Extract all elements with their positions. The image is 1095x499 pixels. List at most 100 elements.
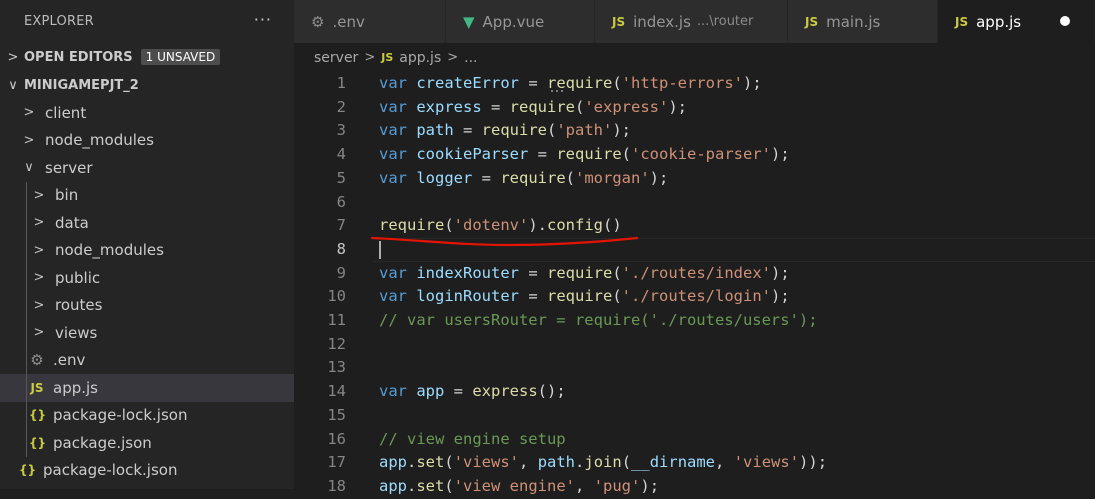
code-line: 17 app.set('views', path.join(__dirname,…	[294, 451, 1095, 475]
ellipsis-icon[interactable]: ···	[254, 10, 272, 29]
tree-item-label: node_modules	[45, 131, 154, 150]
indent-guide	[26, 319, 27, 347]
chevron-down-icon: ∨	[8, 77, 18, 93]
line-number: 6	[336, 192, 346, 211]
code-line: 1 var createError = require('http-errors…	[294, 72, 1095, 96]
open-editors-label: OPEN EDITORS	[24, 49, 133, 65]
project-section[interactable]: ∨ MINIGAMEPJT_2	[0, 71, 294, 99]
open-editors-section[interactable]: > OPEN EDITORS 1 UNSAVED	[0, 43, 294, 71]
tree-item-label: app.js	[53, 378, 98, 397]
tab-app-vue[interactable]: ▼ App.vue	[446, 0, 595, 43]
line-number: 17	[327, 453, 346, 472]
tab-label: .env	[332, 12, 365, 31]
code-line: 14 var app = express();	[294, 380, 1095, 404]
json-file-icon: {}	[19, 463, 37, 478]
gear-icon: ⚙	[311, 12, 325, 31]
breadcrumb-file[interactable]: app.js	[399, 50, 441, 66]
code-line: 11 // var usersRouter = require('./route…	[294, 309, 1095, 333]
unsaved-dot-icon[interactable]	[1060, 16, 1070, 26]
line-number: 3	[336, 121, 346, 140]
vue-icon: ▼	[463, 12, 475, 31]
chevron-down-icon: ∨	[24, 160, 34, 176]
tree-item-label: node_modules	[55, 241, 164, 260]
code-line: 6	[294, 191, 1095, 215]
javascript-file-icon: JS	[30, 380, 44, 395]
line-number: 5	[336, 168, 346, 187]
line-number: 8	[336, 239, 346, 258]
tab-description: ...\router	[696, 14, 754, 29]
tree-item-public[interactable]: > public	[0, 264, 294, 292]
code-line: 12	[294, 333, 1095, 357]
indent-guide	[26, 181, 27, 209]
code-text: var loginRouter = require('./routes/logi…	[379, 287, 790, 306]
tree-item-env[interactable]: ⚙ .env	[0, 346, 294, 374]
chevron-right-icon: >	[33, 270, 45, 286]
line-number: 13	[327, 358, 346, 377]
tree-item-server[interactable]: ∨ server	[0, 154, 294, 182]
tree-item-client[interactable]: > client	[0, 99, 294, 127]
tree-item-app-js[interactable]: JS app.js	[0, 374, 294, 402]
indent-guide	[26, 264, 27, 292]
tab-app-js[interactable]: JS app.js	[938, 0, 1095, 43]
chevron-right-icon: >	[33, 215, 45, 231]
code-line: 15	[294, 404, 1095, 428]
indent-guide	[26, 401, 27, 429]
tree-item-label: .env	[53, 351, 86, 370]
code-text: var express = require('express');	[379, 97, 688, 116]
code-text: var createError = require('http-errors')…	[379, 74, 762, 92]
tab-index-js[interactable]: JS index.js ...\router	[595, 0, 788, 43]
code-line: 5 var logger = require('morgan');	[294, 167, 1095, 191]
tree-item-root-package-lock[interactable]: {} package-lock.json	[0, 457, 294, 485]
tab-main-js[interactable]: JS main.js	[788, 0, 938, 43]
tree-item-views[interactable]: > views	[0, 319, 294, 347]
code-line: 10 var loginRouter = require('./routes/l…	[294, 285, 1095, 309]
hover-dots-icon	[551, 90, 563, 92]
tree-item-label: data	[55, 213, 89, 232]
line-number: 1	[336, 74, 346, 92]
tab-label: index.js	[633, 12, 691, 31]
indent-guide	[26, 346, 27, 374]
code-text: var indexRouter = require('./routes/inde…	[379, 263, 790, 282]
tree-item-node-modules[interactable]: > node_modules	[0, 127, 294, 155]
editor-area: ⚙ .env ▼ App.vue JS index.js ...\router …	[294, 0, 1095, 495]
line-number: 2	[336, 97, 346, 116]
tree-item-data[interactable]: > data	[0, 209, 294, 237]
javascript-file-icon: JS	[955, 14, 969, 29]
code-text: var path = require('path');	[379, 121, 632, 140]
tab-label: App.vue	[482, 12, 545, 31]
line-number: 10	[327, 287, 346, 306]
code-text: // view engine setup	[379, 429, 566, 448]
tree-item-server-package-lock[interactable]: {} package-lock.json	[0, 401, 294, 429]
tree-item-bin[interactable]: > bin	[0, 181, 294, 209]
code-line: 16 // view engine setup	[294, 428, 1095, 452]
tree-item-server-node-modules[interactable]: > node_modules	[0, 236, 294, 264]
code-line: 13	[294, 356, 1095, 380]
tab-env[interactable]: ⚙ .env	[294, 0, 446, 43]
code-text: app.set('view engine', 'pug');	[379, 476, 660, 495]
tree-item-package-json[interactable]: {} package.json	[0, 429, 294, 457]
gear-icon: ⚙	[30, 351, 44, 370]
indent-guide	[26, 429, 27, 457]
chevron-right-icon: >	[33, 325, 45, 341]
indent-guide	[26, 291, 27, 319]
tree-item-label: package.json	[53, 433, 152, 452]
breadcrumb-folder[interactable]: server	[314, 50, 358, 66]
tree-item-routes[interactable]: > routes	[0, 291, 294, 319]
tree-item-label: public	[55, 268, 101, 287]
tree-item-label: package-lock.json	[43, 461, 178, 480]
chevron-right-icon: >	[447, 50, 459, 65]
code-text: app.set('views', path.join(__dirname, 'v…	[379, 453, 828, 472]
code-line: 9 var indexRouter = require('./routes/in…	[294, 262, 1095, 286]
indent-guide	[26, 374, 27, 402]
line-number: 12	[327, 334, 346, 353]
project-label: MINIGAMEPJT_2	[24, 77, 139, 93]
tree-item-label: views	[55, 323, 98, 342]
explorer-header: EXPLORER ···	[0, 0, 294, 43]
code-text: // var usersRouter = require('./routes/u…	[379, 311, 818, 329]
breadcrumb-symbol[interactable]: ...	[464, 50, 477, 66]
json-file-icon: {}	[29, 408, 47, 423]
code-line: 4 var cookieParser = require('cookie-par…	[294, 143, 1095, 167]
chevron-right-icon: >	[23, 132, 35, 148]
tree-item-label: bin	[55, 186, 79, 205]
chevron-right-icon: >	[7, 49, 19, 65]
